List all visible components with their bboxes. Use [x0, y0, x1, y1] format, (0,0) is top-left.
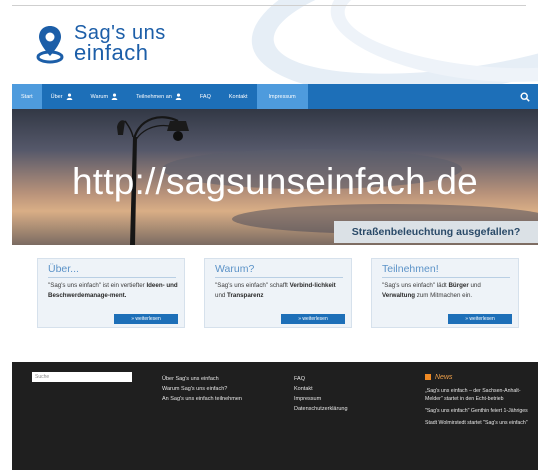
teaser-boxes: Über... "Sag's uns einfach" ist ein vert…: [0, 258, 538, 328]
main-navigation: Start Über Warum Teilnehmen an FAQ Konta…: [12, 84, 538, 109]
nav-item-label: Start: [21, 93, 33, 100]
nav-item-kontakt[interactable]: Kontakt: [220, 84, 257, 109]
teaser-text: "Sag's uns einfach" ist ein vertiefter I…: [48, 281, 178, 300]
teaser-text-part: "Sag's uns einfach" ist ein vertiefter: [48, 282, 147, 289]
url-watermark: http://sagsunseinfach.de: [72, 161, 478, 202]
footer-link[interactable]: Über Sag's uns einfach: [162, 374, 242, 384]
footer-links-about: Über Sag's uns einfach Warum Sag's uns e…: [162, 374, 242, 404]
nav-item-faq[interactable]: FAQ: [191, 84, 220, 109]
nav-item-teilnehmen[interactable]: Teilnehmen an: [127, 84, 191, 109]
nav-item-label: FAQ: [199, 93, 211, 100]
nav-item-start[interactable]: Start: [12, 84, 42, 109]
teaser-text-part: "Sag's uns einfach" lädt: [382, 282, 449, 289]
nav-item-ueber[interactable]: Über: [42, 84, 82, 109]
news-item[interactable]: „Sag's uns einfach – der Sachsen-Anhalt-…: [425, 387, 533, 403]
footer-link[interactable]: Warum Sag's uns einfach?: [162, 384, 242, 394]
search-icon[interactable]: [520, 91, 530, 102]
teaser-text-part: "Sag's uns einfach" schafft: [215, 282, 290, 289]
footer-link[interactable]: Datenschutzerklärung: [294, 404, 348, 414]
hero-image: http://sagsunseinfach.de Straßenbeleucht…: [12, 109, 538, 245]
read-more-button[interactable]: » weiterlesen: [448, 314, 512, 324]
teaser-text-bold: Bürger: [448, 282, 469, 289]
site-logo[interactable]: Sag's uns einfach: [32, 20, 212, 70]
nav-item-label: Kontakt: [228, 93, 248, 100]
nav-item-label: Über: [50, 93, 63, 100]
footer-link[interactable]: Kontakt: [294, 384, 348, 394]
news-heading: News: [425, 371, 533, 383]
nav-item-impressum[interactable]: Impressum: [256, 84, 308, 109]
teaser-title: Teilnehmen!: [382, 263, 439, 275]
teaser-text-bold: Transparenz: [227, 291, 264, 299]
rss-icon: [425, 374, 431, 380]
nav-item-label: Impressum: [268, 93, 296, 100]
footer-news: News „Sag's uns einfach – der Sachsen-An…: [425, 371, 533, 427]
nav-item-label: Warum: [90, 93, 109, 100]
site-header: Sag's uns einfach: [0, 0, 538, 84]
teaser-box-ueber: Über... "Sag's uns einfach" ist ein vert…: [37, 258, 185, 328]
hero-banner-button[interactable]: Straßenbeleuchtung ausgefallen?: [334, 221, 538, 243]
footer-search-input[interactable]: Suche: [32, 372, 132, 382]
location-pin-icon: [36, 26, 64, 64]
teaser-title: Über...: [48, 263, 79, 275]
read-more-button[interactable]: » weiterlesen: [114, 314, 178, 324]
teaser-text-bold: Verbind-lichkeit: [289, 282, 336, 289]
teaser-title: Warum?: [215, 263, 255, 275]
news-title: News: [435, 373, 453, 381]
teaser-text: "Sag's uns einfach" schafft Verbind-lich…: [215, 281, 345, 300]
divider: [48, 277, 176, 278]
news-item[interactable]: Stadt Wolmirstedt startet "Sag's uns ein…: [425, 419, 533, 427]
teaser-box-warum: Warum? "Sag's uns einfach" schafft Verbi…: [204, 258, 352, 328]
person-icon: [66, 93, 72, 100]
divider: [382, 277, 510, 278]
footer-link[interactable]: FAQ: [294, 374, 348, 384]
news-item[interactable]: "Sag's uns einfach" Genthin feiert 1-Jäh…: [425, 407, 533, 415]
site-footer: Suche Über Sag's uns einfach Warum Sag's…: [12, 362, 538, 470]
teaser-text-part: und: [468, 282, 481, 289]
teaser-text: "Sag's uns einfach" lädt Bürger und Verw…: [382, 281, 512, 300]
person-icon: [111, 93, 118, 100]
nav-item-label: Teilnehmen an: [136, 93, 172, 100]
person-icon: [175, 93, 182, 100]
nav-item-warum[interactable]: Warum: [82, 84, 128, 109]
read-more-button[interactable]: » weiterlesen: [281, 314, 345, 324]
teaser-text-bold: Verwaltung: [382, 291, 416, 299]
footer-link[interactable]: An Sag's uns einfach teilnehmen: [162, 394, 242, 404]
teaser-box-teilnehmen: Teilnehmen! "Sag's uns einfach" lädt Bür…: [371, 258, 519, 328]
teaser-text-part: zum Mitmachen ein.: [415, 291, 473, 299]
teaser-text-part: und: [215, 291, 228, 299]
footer-links-info: FAQ Kontakt Impressum Datenschutzerkläru…: [294, 374, 348, 414]
logo-text-line2: einfach: [74, 40, 149, 65]
divider: [12, 5, 526, 6]
footer-link[interactable]: Impressum: [294, 394, 348, 404]
divider: [215, 277, 343, 278]
